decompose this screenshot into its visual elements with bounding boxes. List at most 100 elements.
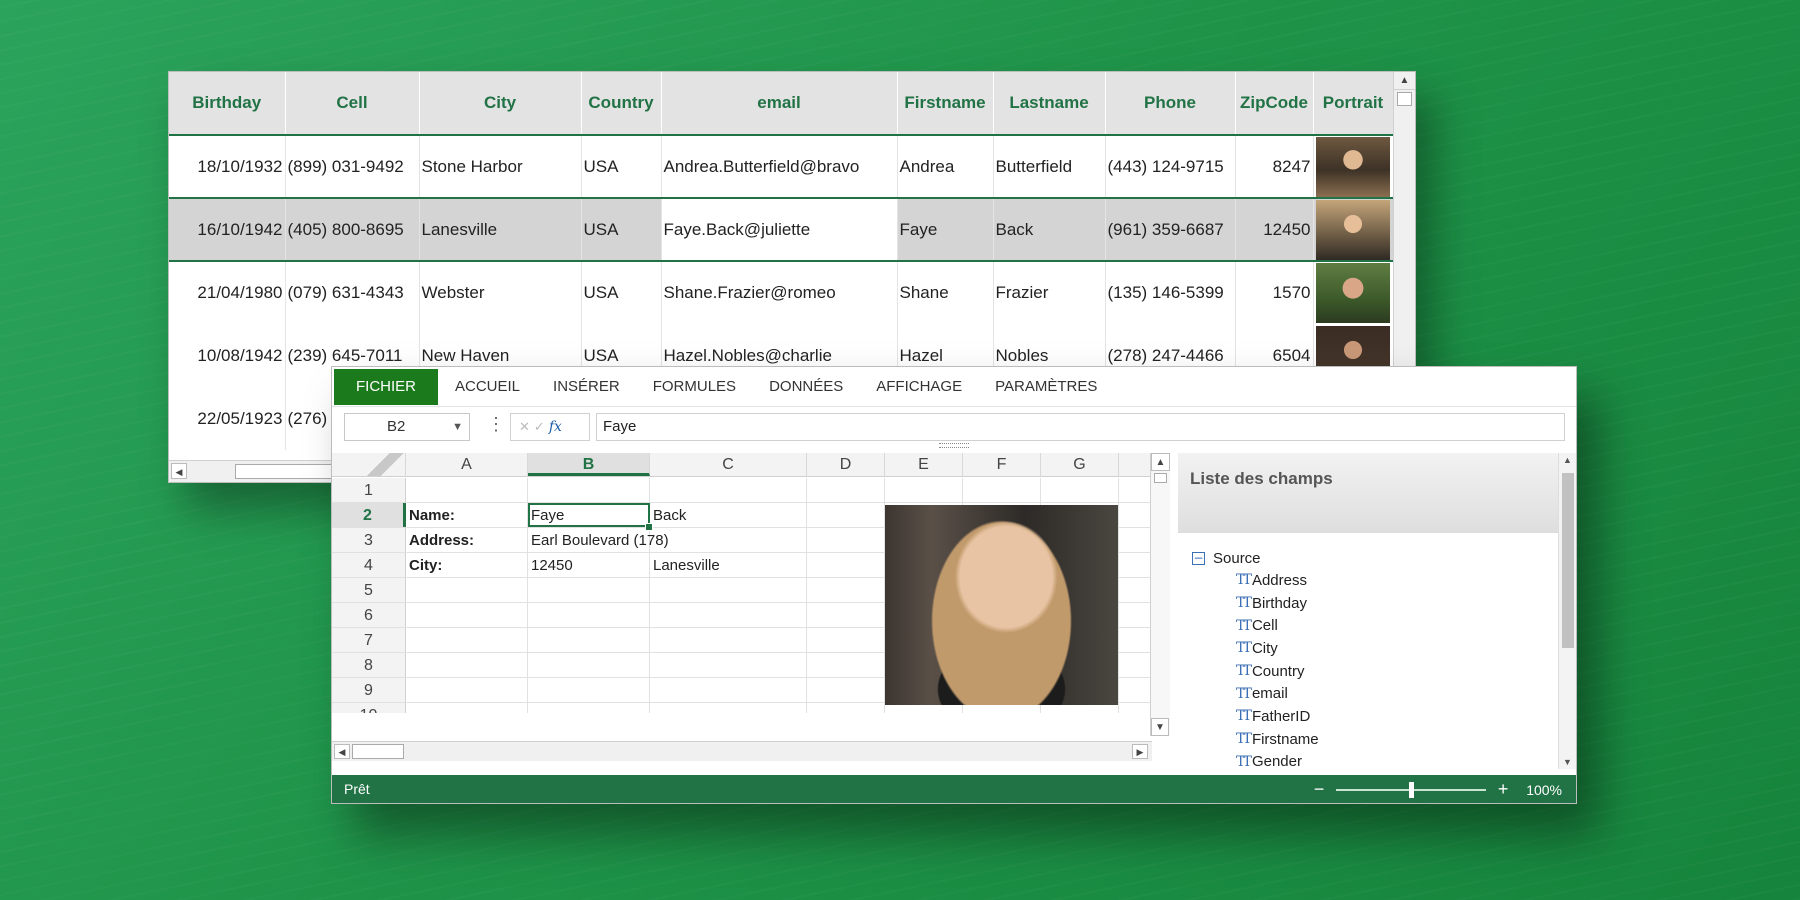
grid-cell-phone[interactable]: (961) 359-6687 bbox=[1105, 197, 1236, 262]
cell-b4[interactable]: 12450 bbox=[528, 553, 650, 577]
collapse-icon[interactable]: − bbox=[1192, 551, 1205, 565]
scroll-up-icon[interactable]: ▲ bbox=[1394, 72, 1415, 90]
field-list-scrollbar[interactable]: ▲ ▼ bbox=[1558, 453, 1576, 769]
scroll-thumb[interactable] bbox=[352, 744, 404, 759]
row-header[interactable]: 9 bbox=[332, 678, 406, 702]
select-all-corner[interactable] bbox=[332, 453, 406, 476]
row-header[interactable]: 5 bbox=[332, 578, 406, 602]
grid-cell-lastname[interactable]: Butterfield bbox=[993, 135, 1106, 198]
cell-a6[interactable] bbox=[406, 603, 528, 627]
cell-a5[interactable] bbox=[406, 578, 528, 602]
scroll-down-icon[interactable]: ▼ bbox=[1559, 757, 1576, 767]
function-icon[interactable]: fx bbox=[549, 419, 562, 435]
tab-inserer[interactable]: INSÉRER bbox=[537, 369, 636, 405]
grid-cell-portrait[interactable] bbox=[1313, 135, 1394, 198]
column-header-d[interactable]: D bbox=[807, 453, 885, 476]
tab-accueil[interactable]: ACCUEIL bbox=[439, 369, 536, 405]
grid-header-email[interactable]: email bbox=[661, 72, 898, 136]
cell-b9[interactable] bbox=[528, 678, 650, 702]
tree-root-source[interactable]: − Source bbox=[1192, 547, 1546, 569]
grid-cell-email[interactable]: Andrea.Butterfield@bravo bbox=[661, 135, 898, 198]
embedded-portrait-image[interactable] bbox=[885, 505, 1118, 705]
cell-c7[interactable] bbox=[650, 628, 807, 652]
grid-cell-cell[interactable]: (405) 800-8695 bbox=[285, 197, 420, 262]
cell-e1[interactable] bbox=[885, 478, 963, 502]
scroll-right-icon[interactable]: ▶ bbox=[1132, 744, 1148, 759]
grid-cell-firstname[interactable]: Andrea bbox=[897, 135, 994, 198]
row-header[interactable]: 7 bbox=[332, 628, 406, 652]
cell-d2[interactable] bbox=[807, 503, 885, 527]
cell-a2[interactable]: Name: bbox=[406, 503, 528, 527]
field-item[interactable]: TT Firstname bbox=[1192, 728, 1546, 751]
cell-c10[interactable] bbox=[650, 703, 807, 713]
tab-donnees[interactable]: DONNÉES bbox=[753, 369, 859, 405]
cell-d1[interactable] bbox=[807, 478, 885, 502]
grid-cell-phone[interactable]: (135) 146-5399 bbox=[1105, 261, 1236, 324]
grid-cell-portrait[interactable] bbox=[1313, 261, 1394, 324]
scroll-up-icon[interactable]: ▲ bbox=[1151, 453, 1170, 471]
cell-b8[interactable] bbox=[528, 653, 650, 677]
grid-cell-birthday[interactable]: 22/05/1923 bbox=[169, 387, 286, 450]
grid-cell-country[interactable]: USA bbox=[581, 261, 662, 324]
cell-a10[interactable] bbox=[406, 703, 528, 713]
grid-cell-country[interactable]: USA bbox=[581, 197, 662, 262]
formula-input[interactable]: Faye bbox=[596, 413, 1565, 441]
row-header[interactable]: 8 bbox=[332, 653, 406, 677]
cell-c1[interactable] bbox=[650, 478, 807, 502]
cell-c9[interactable] bbox=[650, 678, 807, 702]
cell-d7[interactable] bbox=[807, 628, 885, 652]
more-options-icon[interactable]: ⋮ bbox=[487, 414, 505, 435]
cell-b5[interactable] bbox=[528, 578, 650, 602]
grid-cell-phone[interactable]: (443) 124-9715 bbox=[1105, 135, 1236, 198]
cell-c6[interactable] bbox=[650, 603, 807, 627]
scroll-down-icon[interactable]: ▼ bbox=[1151, 718, 1169, 736]
grid-cell-birthday[interactable]: 21/04/1980 bbox=[169, 261, 286, 324]
cell-d8[interactable] bbox=[807, 653, 885, 677]
cell-a9[interactable] bbox=[406, 678, 528, 702]
grid-header-country[interactable]: Country bbox=[581, 72, 662, 136]
scroll-thumb[interactable] bbox=[1562, 473, 1574, 648]
column-header-c[interactable]: C bbox=[650, 453, 807, 476]
cell-c5[interactable] bbox=[650, 578, 807, 602]
cell-a3[interactable]: Address: bbox=[406, 528, 528, 552]
grid-cell-city[interactable]: Lanesville bbox=[419, 197, 582, 262]
cancel-icon[interactable]: ✕ bbox=[519, 419, 534, 434]
grid-cell-birthday[interactable]: 10/08/1942 bbox=[169, 324, 286, 387]
grid-cell-lastname[interactable]: Back bbox=[993, 197, 1106, 262]
grid-header-cell[interactable]: Cell bbox=[285, 72, 420, 136]
grid-cell-cell[interactable]: (079) 631-4343 bbox=[285, 261, 420, 324]
zoom-slider-knob[interactable] bbox=[1409, 781, 1415, 798]
cell-g1[interactable] bbox=[1041, 478, 1119, 502]
tab-formules[interactable]: FORMULES bbox=[637, 369, 752, 405]
grid-cell-portrait[interactable] bbox=[1313, 197, 1394, 262]
cell-a1[interactable] bbox=[406, 478, 528, 502]
chevron-down-icon[interactable]: ▼ bbox=[452, 414, 463, 440]
scroll-thumb[interactable] bbox=[1154, 473, 1167, 483]
scroll-left-icon[interactable]: ◀ bbox=[171, 463, 187, 479]
cell-d5[interactable] bbox=[807, 578, 885, 602]
cell-d10[interactable] bbox=[807, 703, 885, 713]
grid-cell-email[interactable]: Shane.Frazier@romeo bbox=[661, 261, 898, 324]
cell-b10[interactable] bbox=[528, 703, 650, 713]
scroll-up-icon[interactable]: ▲ bbox=[1559, 455, 1576, 465]
zoom-in-icon[interactable]: + bbox=[1494, 779, 1512, 800]
row-header[interactable]: 10 bbox=[332, 703, 406, 713]
cell-d6[interactable] bbox=[807, 603, 885, 627]
sheet-vertical-scrollbar[interactable]: ▲ ▼ bbox=[1150, 453, 1170, 736]
field-item[interactable]: TT Gender bbox=[1192, 751, 1546, 774]
grid-row-selected[interactable]: 16/10/1942 (405) 800-8695 Lanesville USA… bbox=[169, 197, 1394, 262]
grid-cell-lastname[interactable]: Frazier bbox=[993, 261, 1106, 324]
scroll-left-icon[interactable]: ◀ bbox=[334, 744, 350, 759]
cell-c2[interactable]: Back bbox=[650, 503, 807, 527]
row-header[interactable]: 3 bbox=[332, 528, 406, 552]
field-item[interactable]: TT Country bbox=[1192, 660, 1546, 683]
column-header-a[interactable]: A bbox=[406, 453, 528, 476]
grid-cell-firstname[interactable]: Shane bbox=[897, 261, 994, 324]
sheet-horizontal-scrollbar[interactable]: ◀ ▶ bbox=[332, 741, 1152, 761]
field-item[interactable]: TT Address bbox=[1192, 569, 1546, 592]
cell-b2-selected[interactable]: Faye bbox=[528, 503, 653, 531]
grid-header-zipcode[interactable]: ZipCode bbox=[1235, 72, 1314, 136]
row-header[interactable]: 1 bbox=[332, 478, 406, 502]
confirm-icon[interactable]: ✓ bbox=[534, 419, 549, 434]
zoom-slider[interactable] bbox=[1336, 781, 1487, 798]
